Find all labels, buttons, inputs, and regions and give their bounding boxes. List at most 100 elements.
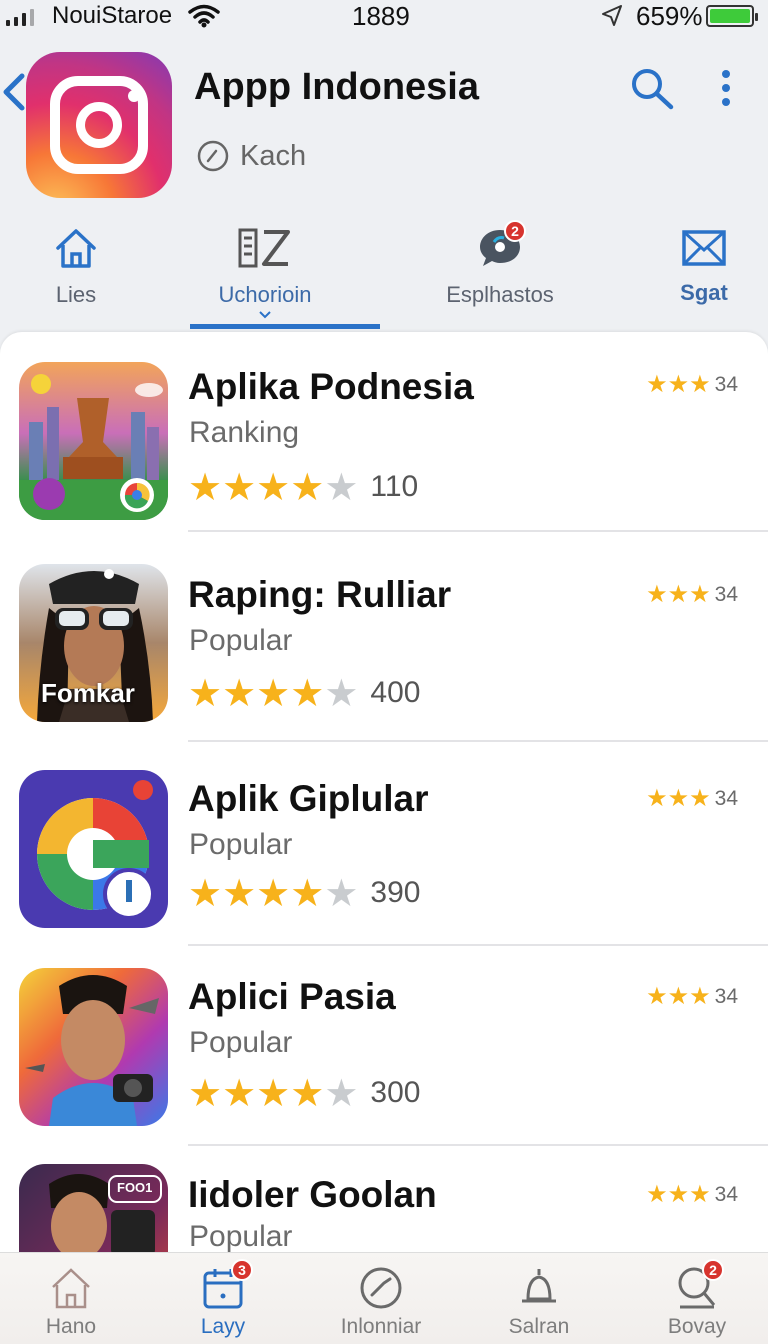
divider <box>188 530 768 532</box>
rating-count: 300 <box>370 1076 421 1109</box>
subtitle-row: Kach <box>196 139 306 173</box>
app-subtitle: Popular <box>189 828 293 861</box>
star-filled-icon: ★ <box>689 982 711 1010</box>
signal-icon <box>6 8 34 26</box>
star-filled-icon: ★ <box>222 1071 257 1115</box>
nav-hano[interactable]: Hano <box>26 1253 116 1344</box>
mini-rating-count: 34 <box>714 1182 738 1206</box>
tab-uchorioin[interactable]: Uchorioin <box>200 218 330 334</box>
star-filled-icon: ★ <box>646 784 668 812</box>
app-title: Raping: Rulliar <box>188 574 452 615</box>
tab-label: Uchorioin <box>218 282 312 307</box>
nav-bovay[interactable]: 2 Bovay <box>652 1253 742 1344</box>
app-list: Aplika Podnesia Ranking ★★★★★110 ★★★34 <box>0 332 768 1262</box>
nav-label: Layy <box>200 1315 246 1338</box>
star-empty-icon: ★ <box>324 465 359 509</box>
tab-label: Esplhastos <box>446 282 554 307</box>
tab-label: Sgat <box>680 280 728 305</box>
star-filled-icon: ★ <box>188 1071 223 1115</box>
list-item[interactable]: Aplika Podnesia Ranking ★★★★★ 110 ★★★ 34 <box>0 332 768 532</box>
tab-sgat[interactable]: Sgat <box>664 218 744 334</box>
nav-salran[interactable]: Salran <box>494 1253 584 1344</box>
search-icon[interactable] <box>628 66 676 110</box>
divider <box>188 740 768 742</box>
active-tab-indicator <box>190 324 380 329</box>
carrier-name: NouiStaroe <box>52 2 173 29</box>
bottom-nav: Hano 3 Layy Inlonniar Salran 2 Bovay <box>0 1252 768 1344</box>
app-subtitle: Popular <box>189 1026 293 1059</box>
star-filled-icon: ★ <box>646 580 668 608</box>
house-icon <box>52 1268 90 1309</box>
chevron-down-icon <box>259 311 271 319</box>
app-thumbnail <box>19 968 168 1126</box>
wifi-icon <box>188 4 220 28</box>
tab-esplhastos[interactable]: 2 Esplhastos <box>436 218 564 334</box>
mini-rating-count: 34 <box>714 372 738 396</box>
star-filled-icon: ★ <box>256 871 291 915</box>
status-bar: NouiStaroe 1889 659% <box>0 0 768 34</box>
star-filled-icon: ★ <box>256 465 291 509</box>
star-filled-icon: ★ <box>667 370 690 398</box>
star-filled-icon: ★ <box>689 784 711 812</box>
star-filled-icon: ★ <box>256 1071 291 1115</box>
page-title: Appp Indonesia <box>194 66 479 108</box>
star-filled-icon: ★ <box>188 465 223 509</box>
star-empty-icon: ★ <box>324 1071 359 1115</box>
list-item[interactable]: FOO1 Iidoler Goolan Popular ★★★ 34 <box>0 1146 768 1262</box>
star-filled-icon: ★ <box>188 871 223 915</box>
star-empty-icon: ★ <box>324 671 359 715</box>
rating-count: 400 <box>370 676 421 709</box>
app-subtitle: Ranking <box>189 416 300 449</box>
nav-layy[interactable]: 3 Layy <box>178 1253 268 1344</box>
app-thumbnail <box>19 770 168 928</box>
notification-badge: 2 <box>702 1259 724 1281</box>
star-filled-icon: ★ <box>290 465 325 509</box>
star-filled-icon: ★ <box>689 580 711 608</box>
mini-rating: ★★★ 34 <box>646 582 738 607</box>
battery-percent: 659% <box>636 1 703 31</box>
list-z-icon <box>238 228 290 268</box>
more-vertical-icon[interactable] <box>714 68 738 112</box>
app-thumbnail: FOO1 <box>19 1164 168 1262</box>
tab-label: Lies <box>55 282 97 307</box>
mini-rating: ★★★ 34 <box>646 786 738 811</box>
app-title: Aplik Giplular <box>188 778 429 819</box>
app-subtitle: Popular <box>189 1220 293 1253</box>
app-logo-icon <box>26 52 172 198</box>
nav-inlonniar[interactable]: Inlonniar <box>326 1253 436 1344</box>
star-empty-icon: ★ <box>324 871 359 915</box>
star-filled-icon: ★ <box>290 871 325 915</box>
mini-rating: ★★★ 34 <box>646 984 738 1009</box>
star-filled-icon: ★ <box>689 1180 711 1208</box>
star-rating: ★★★★★ 300 <box>188 1074 420 1112</box>
star-filled-icon: ★ <box>667 982 690 1010</box>
back-chevron-icon[interactable] <box>0 68 28 116</box>
compass-icon <box>360 1267 402 1309</box>
star-filled-icon: ★ <box>256 671 291 715</box>
nav-label: Salran <box>508 1315 570 1338</box>
thumbnail-caption: Fomkar <box>41 678 135 708</box>
mini-rating-count: 34 <box>714 984 738 1008</box>
rating-count: 110 <box>370 470 419 503</box>
star-filled-icon: ★ <box>222 871 257 915</box>
mini-rating-count: 34 <box>714 582 738 606</box>
star-rating: ★★★★★ 110 <box>188 468 418 506</box>
app-subtitle: Popular <box>189 624 293 657</box>
star-filled-icon: ★ <box>188 671 223 715</box>
list-item[interactable]: Aplik Giplular Popular ★★★★★ 390 ★★★ 34 <box>0 746 768 946</box>
app-title: Iidoler Goolan <box>188 1174 437 1215</box>
tab-bar: Lies Uchorioin 2 Esplhastos Sgat <box>0 218 768 334</box>
mini-rating: ★★★ 34 <box>646 1182 738 1207</box>
home-icon <box>56 229 96 268</box>
tab-lies[interactable]: Lies <box>30 218 122 334</box>
star-filled-icon: ★ <box>222 465 257 509</box>
clock-icon <box>197 140 229 172</box>
notification-badge: 2 <box>504 220 526 242</box>
bell-icon <box>522 1269 556 1303</box>
app-thumbnail <box>19 362 168 520</box>
list-item[interactable]: Aplici Pasia Popular ★★★★★ 300 ★★★ 34 <box>0 946 768 1146</box>
thumbnail-caption: FOO1 <box>117 1180 153 1195</box>
location-arrow-icon <box>602 5 622 26</box>
list-item[interactable]: Fomkar Raping: Rulliar Popular ★★★★★ 400 … <box>0 542 768 742</box>
star-filled-icon: ★ <box>222 671 257 715</box>
